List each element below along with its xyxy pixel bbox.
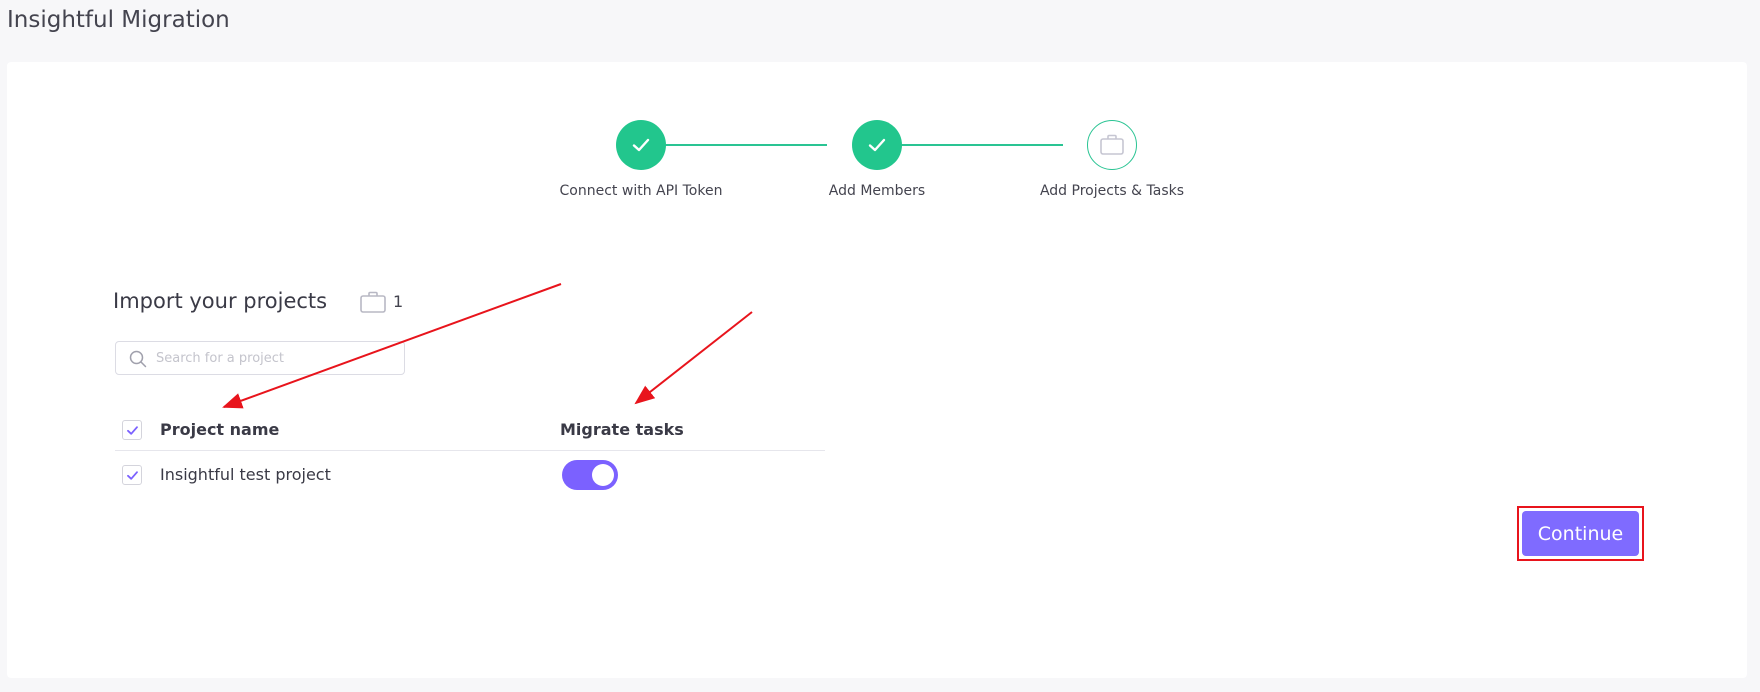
briefcase-icon [360, 291, 386, 313]
column-header-migrate-tasks[interactable]: Migrate tasks [560, 420, 684, 440]
step-label-connect: Connect with API Token [559, 183, 723, 199]
check-icon [126, 425, 138, 435]
check-icon [126, 470, 138, 480]
migrate-tasks-toggle[interactable] [562, 460, 618, 490]
step-1-circle [616, 120, 666, 170]
step-connector-1 [641, 144, 827, 146]
toggle-knob [592, 464, 614, 486]
briefcase-icon [1100, 134, 1124, 155]
import-title: Import your projects [113, 289, 328, 313]
select-all-checkbox[interactable] [122, 420, 142, 440]
column-header-project-name[interactable]: Project name [160, 420, 279, 440]
check-icon [868, 138, 886, 152]
row-checkbox[interactable] [122, 465, 142, 485]
step-2-circle [852, 120, 902, 170]
search-input[interactable] [156, 342, 396, 374]
continue-button-highlight: Continue [1517, 506, 1644, 561]
migration-card: Connect with API Token Add Members Add P… [7, 62, 1747, 678]
continue-button[interactable]: Continue [1522, 511, 1639, 556]
projects-table: Project name Migrate tasks Insightful te… [115, 410, 825, 499]
check-icon [632, 138, 650, 152]
step-label-members: Add Members [828, 183, 926, 199]
search-icon [129, 350, 147, 368]
step-label-projects: Add Projects & Tasks [1039, 183, 1185, 199]
project-count: 1 [393, 292, 404, 311]
step-3-circle [1087, 120, 1137, 170]
table-header: Project name Migrate tasks [115, 410, 825, 451]
step-connector-2 [877, 144, 1063, 146]
search-box [115, 341, 405, 375]
page-title: Insightful Migration [7, 7, 230, 33]
table-row: Insightful test project [115, 451, 825, 499]
project-name-cell: Insightful test project [160, 465, 331, 484]
stepper: Connect with API Token Add Members Add P… [7, 62, 1747, 222]
